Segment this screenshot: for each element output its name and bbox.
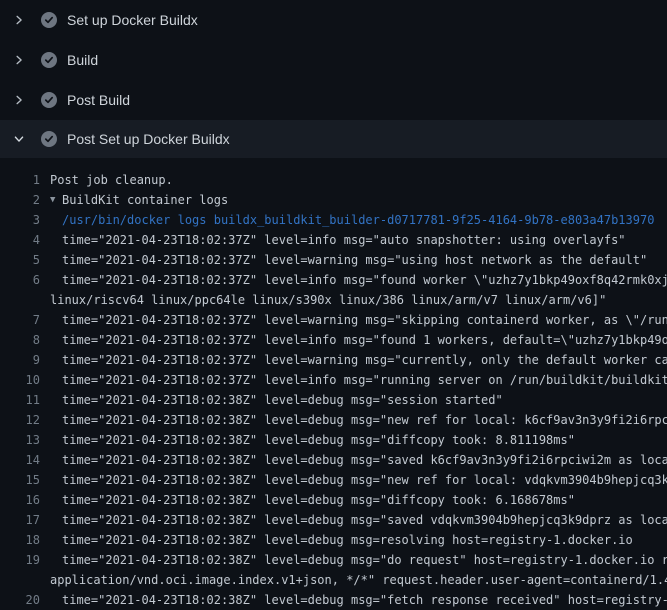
log-line: 10 time="2021-04-23T18:02:37Z" level=inf… [0, 370, 667, 390]
log-text: BuildKit container logs [62, 190, 228, 210]
log-text: time="2021-04-23T18:02:38Z" level=debug … [62, 470, 667, 490]
line-number[interactable]: 19 [0, 550, 40, 570]
log-line: 17 time="2021-04-23T18:02:38Z" level=deb… [0, 510, 667, 530]
step-header[interactable]: Set up Docker Buildx [0, 0, 667, 40]
log-line: 18 time="2021-04-23T18:02:38Z" level=deb… [0, 530, 667, 550]
log-text: time="2021-04-23T18:02:38Z" level=debug … [62, 410, 667, 430]
log-line: 6 time="2021-04-23T18:02:37Z" level=info… [0, 270, 667, 290]
check-circle-icon [41, 92, 57, 108]
line-number[interactable]: 7 [0, 310, 40, 330]
log-text: time="2021-04-23T18:02:37Z" level=warnin… [62, 310, 667, 330]
log-line: 14 time="2021-04-23T18:02:38Z" level=deb… [0, 450, 667, 470]
log-text: application/vnd.oci.image.index.v1+json,… [50, 570, 667, 590]
log-line: 19 time="2021-04-23T18:02:38Z" level=deb… [0, 550, 667, 570]
log-line: 16 time="2021-04-23T18:02:38Z" level=deb… [0, 490, 667, 510]
check-circle-icon [41, 52, 57, 68]
log-line: 15 time="2021-04-23T18:02:38Z" level=deb… [0, 470, 667, 490]
log-line: 5 time="2021-04-23T18:02:37Z" level=warn… [0, 250, 667, 270]
step-label: Post Build [67, 92, 130, 108]
step-header[interactable]: Post Build [0, 80, 667, 120]
log-text: time="2021-04-23T18:02:38Z" level=debug … [62, 530, 633, 550]
line-number[interactable]: 15 [0, 470, 40, 490]
log-line: 4 time="2021-04-23T18:02:37Z" level=info… [0, 230, 667, 250]
log-area: 1 Post job cleanup. 2 ▼ BuildKit contain… [0, 158, 667, 610]
line-number[interactable]: 18 [0, 530, 40, 550]
chevron-right-icon [12, 53, 26, 67]
log-text: time="2021-04-23T18:02:38Z" level=debug … [62, 590, 667, 610]
log-text: Post job cleanup. [50, 170, 173, 190]
log-text: time="2021-04-23T18:02:37Z" level=info m… [62, 370, 667, 390]
line-number[interactable]: 17 [0, 510, 40, 530]
steps-list: Set up Docker Buildx Build Post Bu [0, 0, 667, 158]
chevron-down-icon [12, 132, 26, 146]
check-circle-icon [41, 131, 57, 147]
log-lines: 1 Post job cleanup. 2 ▼ BuildKit contain… [0, 170, 667, 610]
line-number[interactable]: 5 [0, 250, 40, 270]
log-text: time="2021-04-23T18:02:38Z" level=debug … [62, 430, 575, 450]
log-text: time="2021-04-23T18:02:37Z" level=info m… [62, 330, 667, 350]
line-number[interactable]: 10 [0, 370, 40, 390]
log-text: time="2021-04-23T18:02:37Z" level=info m… [62, 270, 667, 290]
log-line: 2 ▼ BuildKit container logs [0, 190, 667, 210]
log-line: 8 time="2021-04-23T18:02:37Z" level=info… [0, 330, 667, 350]
step-header[interactable]: Build [0, 40, 667, 80]
log-text: time="2021-04-23T18:02:37Z" level=warnin… [62, 250, 647, 270]
log-text: time="2021-04-23T18:02:37Z" level=warnin… [62, 350, 667, 370]
log-line: 7 time="2021-04-23T18:02:37Z" level=warn… [0, 310, 667, 330]
line-number[interactable]: 4 [0, 230, 40, 250]
log-line: 11 time="2021-04-23T18:02:38Z" level=deb… [0, 390, 667, 410]
log-line: 9 time="2021-04-23T18:02:37Z" level=warn… [0, 350, 667, 370]
log-text: time="2021-04-23T18:02:38Z" level=debug … [62, 490, 575, 510]
line-number[interactable]: 12 [0, 410, 40, 430]
check-circle-icon [41, 12, 57, 28]
line-number[interactable]: 16 [0, 490, 40, 510]
log-line: 12 time="2021-04-23T18:02:38Z" level=deb… [0, 410, 667, 430]
line-number[interactable] [0, 570, 40, 590]
log-line: 20 time="2021-04-23T18:02:38Z" level=deb… [0, 590, 667, 610]
step-header[interactable]: Post Set up Docker Buildx [0, 120, 667, 158]
log-text: linux/riscv64 linux/ppc64le linux/s390x … [50, 290, 606, 310]
log-line: 13 time="2021-04-23T18:02:38Z" level=deb… [0, 430, 667, 450]
step-label: Set up Docker Buildx [67, 12, 198, 28]
line-number[interactable]: 2 [0, 190, 40, 210]
chevron-right-icon [12, 13, 26, 27]
log-text: time="2021-04-23T18:02:38Z" level=debug … [62, 450, 667, 470]
line-number[interactable]: 13 [0, 430, 40, 450]
line-number[interactable]: 20 [0, 590, 40, 610]
step-label: Build [67, 52, 98, 68]
log-text: time="2021-04-23T18:02:38Z" level=debug … [62, 510, 667, 530]
workflow-log-panel: { "colors": { "background": "#0d1117", "… [0, 0, 667, 600]
log-line: 1 Post job cleanup. [0, 170, 667, 190]
group-toggle-icon[interactable]: ▼ [50, 190, 62, 210]
step-label: Post Set up Docker Buildx [67, 131, 230, 147]
log-text: /usr/bin/docker logs buildx_buildkit_bui… [62, 210, 654, 230]
log-line: 3 /usr/bin/docker logs buildx_buildkit_b… [0, 210, 667, 230]
line-number[interactable] [0, 290, 40, 310]
line-number[interactable]: 11 [0, 390, 40, 410]
line-number[interactable]: 9 [0, 350, 40, 370]
chevron-right-icon [12, 93, 26, 107]
line-number[interactable]: 1 [0, 170, 40, 190]
log-text: time="2021-04-23T18:02:37Z" level=info m… [62, 230, 626, 250]
line-number[interactable]: 3 [0, 210, 40, 230]
log-text: time="2021-04-23T18:02:38Z" level=debug … [62, 550, 667, 570]
log-line: linux/riscv64 linux/ppc64le linux/s390x … [0, 290, 667, 310]
line-number[interactable]: 14 [0, 450, 40, 470]
line-number[interactable]: 6 [0, 270, 40, 290]
log-text: time="2021-04-23T18:02:38Z" level=debug … [62, 390, 503, 410]
line-number[interactable]: 8 [0, 330, 40, 350]
log-line: application/vnd.oci.image.index.v1+json,… [0, 570, 667, 590]
